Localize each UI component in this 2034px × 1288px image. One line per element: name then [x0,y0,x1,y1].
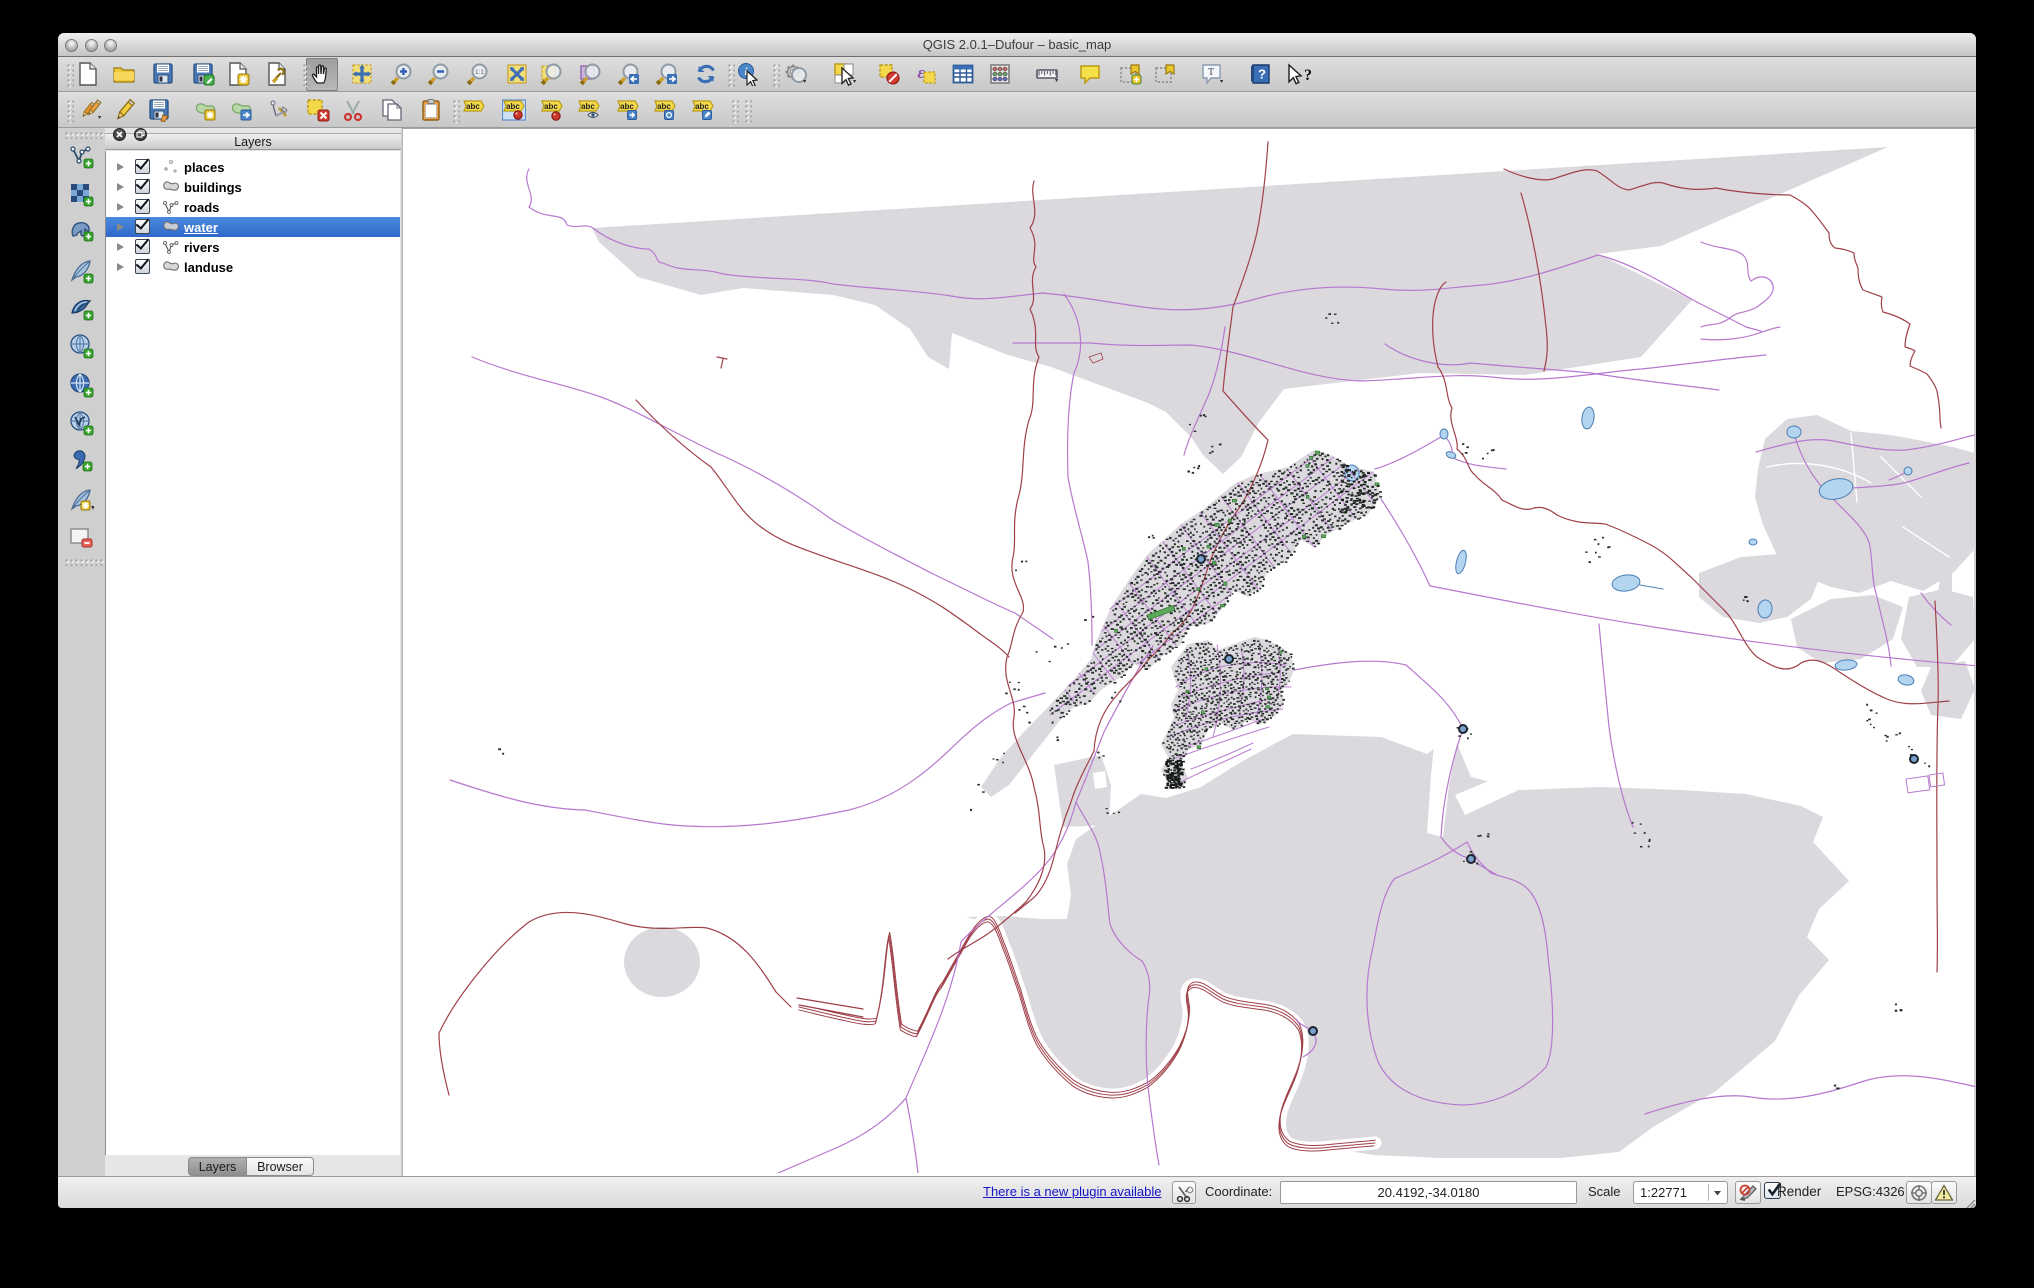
svg-text:abc: abc [657,102,671,111]
svg-text:T: T [1208,67,1214,78]
svg-text:abc: abc [506,102,520,111]
svg-text:abc: abc [544,102,558,111]
svg-text:abc: abc [695,102,709,111]
svg-text:1:1: 1:1 [475,69,484,76]
svg-text:?: ? [1258,67,1266,82]
svg-text:?: ? [1304,67,1311,84]
svg-text:ε: ε [918,63,925,82]
svg-text:abc: abc [466,102,480,111]
svg-text:abc: abc [620,102,634,111]
svg-text:abc: abc [581,102,595,111]
